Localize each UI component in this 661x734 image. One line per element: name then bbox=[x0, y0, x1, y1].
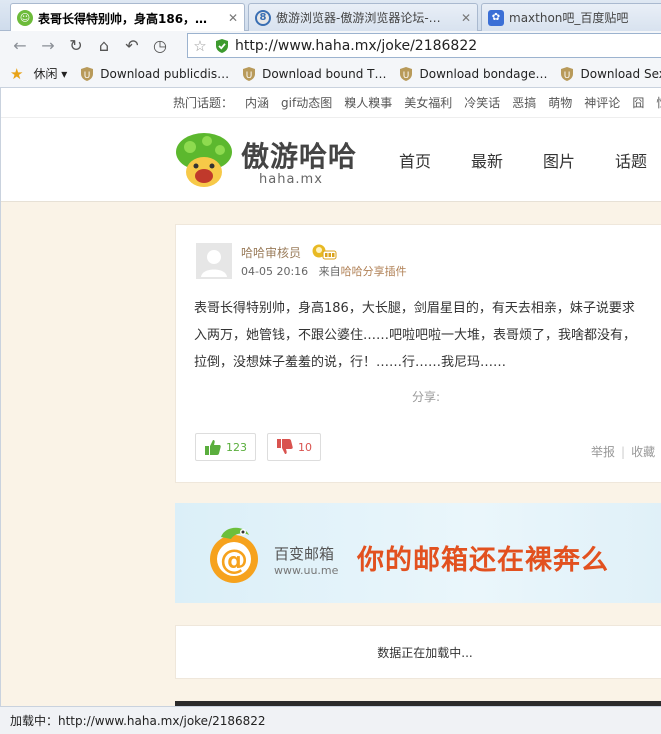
dislike-count: 10 bbox=[298, 440, 312, 454]
like-count: 123 bbox=[226, 440, 247, 454]
bookmarks-bar: ★ 休闲 ▾ U Download publicdis… U Download … bbox=[0, 60, 661, 88]
mushroom-favicon-icon: ☺ bbox=[17, 10, 33, 26]
bookmark-item[interactable]: U Download publicdis… bbox=[79, 66, 229, 82]
mail-ad-banner[interactable]: @ 百变邮箱 www.uu.me 你的邮箱还在裸奔么 bbox=[175, 503, 661, 603]
svg-text:U: U bbox=[246, 71, 253, 81]
post-source-link[interactable]: 哈哈分享插件 bbox=[341, 265, 407, 278]
tab-title: 表哥长得特别帅，身高186，… bbox=[38, 11, 208, 26]
report-link[interactable]: 举报 bbox=[591, 445, 615, 459]
svg-text:@: @ bbox=[220, 543, 248, 576]
share-label: 分享: bbox=[411, 390, 441, 404]
status-bar: 加载中：http://www.haha.mx/joke/2186822 bbox=[0, 706, 661, 734]
hot-topic-link[interactable]: 美女福利 bbox=[404, 94, 452, 111]
undo-icon[interactable]: ↶ bbox=[118, 33, 146, 59]
baidu-paw-favicon-icon: ✿ bbox=[488, 9, 504, 26]
site-brand[interactable]: 傲游哈哈 bbox=[241, 135, 357, 175]
hot-topic-link[interactable]: 冷笑话 bbox=[464, 94, 500, 111]
hot-topic-link[interactable]: 糗人糗事 bbox=[344, 94, 392, 111]
nav-images[interactable]: 图片 bbox=[543, 148, 575, 172]
thumbs-up-icon bbox=[205, 440, 221, 455]
like-button[interactable]: 123 bbox=[195, 433, 256, 461]
svg-text:U: U bbox=[564, 71, 571, 81]
security-shield-icon bbox=[216, 38, 228, 53]
bookmark-star-icon[interactable]: ☆ bbox=[188, 37, 212, 55]
ad-brand-site: www.uu.me bbox=[274, 564, 339, 577]
address-bar[interactable]: ☆ http://www.haha.mx/joke/2186822 bbox=[187, 33, 661, 58]
site-domain: haha.mx bbox=[259, 172, 323, 187]
page-viewport: 热门话题： 内涵 gif动态图 糗人糗事 美女福利 冷笑话 恶搞 萌物 神评论 … bbox=[0, 88, 661, 706]
ad-brand-name: 百变邮箱 bbox=[274, 545, 335, 563]
ad-slogan: 你的邮箱还在裸奔么 bbox=[357, 545, 609, 576]
hot-topic-link[interactable]: 囧 bbox=[632, 94, 644, 111]
loading-panel: 数据正在加载中... bbox=[175, 625, 661, 679]
post-from-label: 来自 bbox=[318, 265, 341, 278]
download-shield-icon: U bbox=[81, 66, 94, 81]
maxthon-favicon-icon: 8 bbox=[255, 9, 271, 26]
post-line: 拉倒，没想妹子羞羞的说，行！……行……我尼玛…… bbox=[194, 355, 507, 370]
action-divider: | bbox=[621, 445, 626, 459]
status-text: 加载中：http://www.haha.mx/joke/2186822 bbox=[10, 714, 266, 728]
bookmark-item[interactable]: U Download bound T… bbox=[241, 66, 386, 82]
joke-post-card: 哈哈审核员 04-05 20:16 来自哈哈分享插件 表哥长得特别帅，身高186… bbox=[175, 224, 661, 483]
download-shield-icon: U bbox=[561, 66, 574, 81]
hot-topic-link[interactable]: 惊 bbox=[656, 94, 661, 111]
tab-title: 傲游浏览器-傲游浏览器论坛-… bbox=[276, 11, 441, 25]
bookmark-folder-leisure[interactable]: ★ 休闲 ▾ bbox=[10, 65, 67, 83]
bookmark-label: Download bound T… bbox=[262, 66, 387, 81]
home-icon[interactable]: ⌂ bbox=[90, 33, 118, 59]
close-tab-icon[interactable]: ✕ bbox=[228, 11, 238, 25]
bookmark-label: Download publicdis… bbox=[100, 66, 230, 81]
hot-topic-link[interactable]: 神评论 bbox=[584, 94, 620, 111]
download-shield-icon: U bbox=[243, 66, 256, 81]
svg-text:U: U bbox=[403, 71, 410, 81]
bookmark-label: Download bondage… bbox=[419, 66, 548, 81]
close-tab-icon[interactable]: ✕ bbox=[461, 11, 471, 25]
avatar[interactable] bbox=[196, 243, 232, 279]
history-clock-icon[interactable]: ◷ bbox=[146, 33, 174, 59]
tab-maxthon-forum[interactable]: 8 傲游浏览器-傲游浏览器论坛-… ✕ bbox=[248, 3, 478, 31]
author-name[interactable]: 哈哈审核员 bbox=[241, 244, 301, 261]
navigation-bar: ← → ↻ ⌂ ↶ ◷ ☆ http://www.haha.mx/joke/21… bbox=[0, 31, 661, 60]
nav-latest[interactable]: 最新 bbox=[471, 148, 503, 172]
bookmark-item[interactable]: U Download SexAr bbox=[559, 66, 661, 82]
refresh-icon[interactable]: ↻ bbox=[62, 33, 90, 59]
post-meta: 04-05 20:16 来自哈哈分享插件 bbox=[241, 263, 407, 279]
chameleon-mail-logo-icon: @ bbox=[210, 527, 258, 583]
site-header: 傲游哈哈 haha.mx 首页 最新 图片 话题 bbox=[1, 118, 661, 202]
default-avatar-icon bbox=[201, 250, 227, 277]
tab-strip: ☺ 表哥长得特别帅，身高186，… ✕ 8 傲游浏览器-傲游浏览器论坛-… ✕ … bbox=[0, 0, 661, 32]
nav-home[interactable]: 首页 bbox=[399, 148, 431, 172]
svg-text:U: U bbox=[84, 71, 91, 81]
bookmark-label: Download SexAr bbox=[580, 66, 661, 81]
loading-text: 数据正在加载中... bbox=[377, 646, 473, 660]
hot-topic-link[interactable]: gif动态图 bbox=[281, 94, 332, 111]
url-text: http://www.haha.mx/joke/2186822 bbox=[235, 37, 478, 54]
nav-topics[interactable]: 话题 bbox=[615, 148, 647, 172]
back-arrow-icon[interactable]: ← bbox=[6, 33, 34, 59]
post-actions: 举报 | 收藏 bbox=[591, 443, 655, 460]
tab-title: maxthon吧_百度贴吧 bbox=[509, 11, 629, 25]
mushroom-logo-icon[interactable] bbox=[174, 132, 234, 188]
bookmark-item[interactable]: U Download bondage… bbox=[398, 66, 547, 82]
reviewer-badge-icon bbox=[312, 244, 337, 260]
download-shield-icon: U bbox=[400, 66, 413, 81]
hot-topic-link[interactable]: 恶搞 bbox=[512, 94, 536, 111]
post-date: 04-05 20:16 bbox=[241, 265, 309, 278]
tab-joke-page[interactable]: ☺ 表哥长得特别帅，身高186，… ✕ bbox=[10, 3, 245, 32]
post-line: 表哥长得特别帅，身高186，大长腿，剑眉星目的，有天去相亲，妹子说要求 bbox=[194, 301, 635, 316]
hot-topic-link[interactable]: 内涵 bbox=[245, 94, 269, 111]
thumbs-down-icon bbox=[277, 439, 293, 454]
favorite-link[interactable]: 收藏 bbox=[631, 445, 655, 459]
tab-baidu-tieba[interactable]: ✿ maxthon吧_百度贴吧 bbox=[481, 3, 661, 31]
post-content: 表哥长得特别帅，身高186，大长腿，剑眉星目的，有天去相亲，妹子说要求 入两万，… bbox=[194, 295, 661, 376]
hot-topics-bar: 热门话题： 内涵 gif动态图 糗人糗事 美女福利 冷笑话 恶搞 萌物 神评论 … bbox=[1, 88, 661, 118]
hot-topics-label: 热门话题： bbox=[173, 96, 234, 110]
dislike-button[interactable]: 10 bbox=[267, 433, 321, 461]
post-line: 入两万，她管钱，不跟公婆住……吧啦吧啦一大堆，表哥烦了，我啥都没有， bbox=[194, 328, 637, 343]
bookmark-label: 休闲 ▾ bbox=[33, 67, 68, 81]
forward-arrow-icon[interactable]: → bbox=[34, 33, 62, 59]
star-icon: ★ bbox=[10, 64, 24, 83]
hot-topic-link[interactable]: 萌物 bbox=[548, 94, 572, 111]
